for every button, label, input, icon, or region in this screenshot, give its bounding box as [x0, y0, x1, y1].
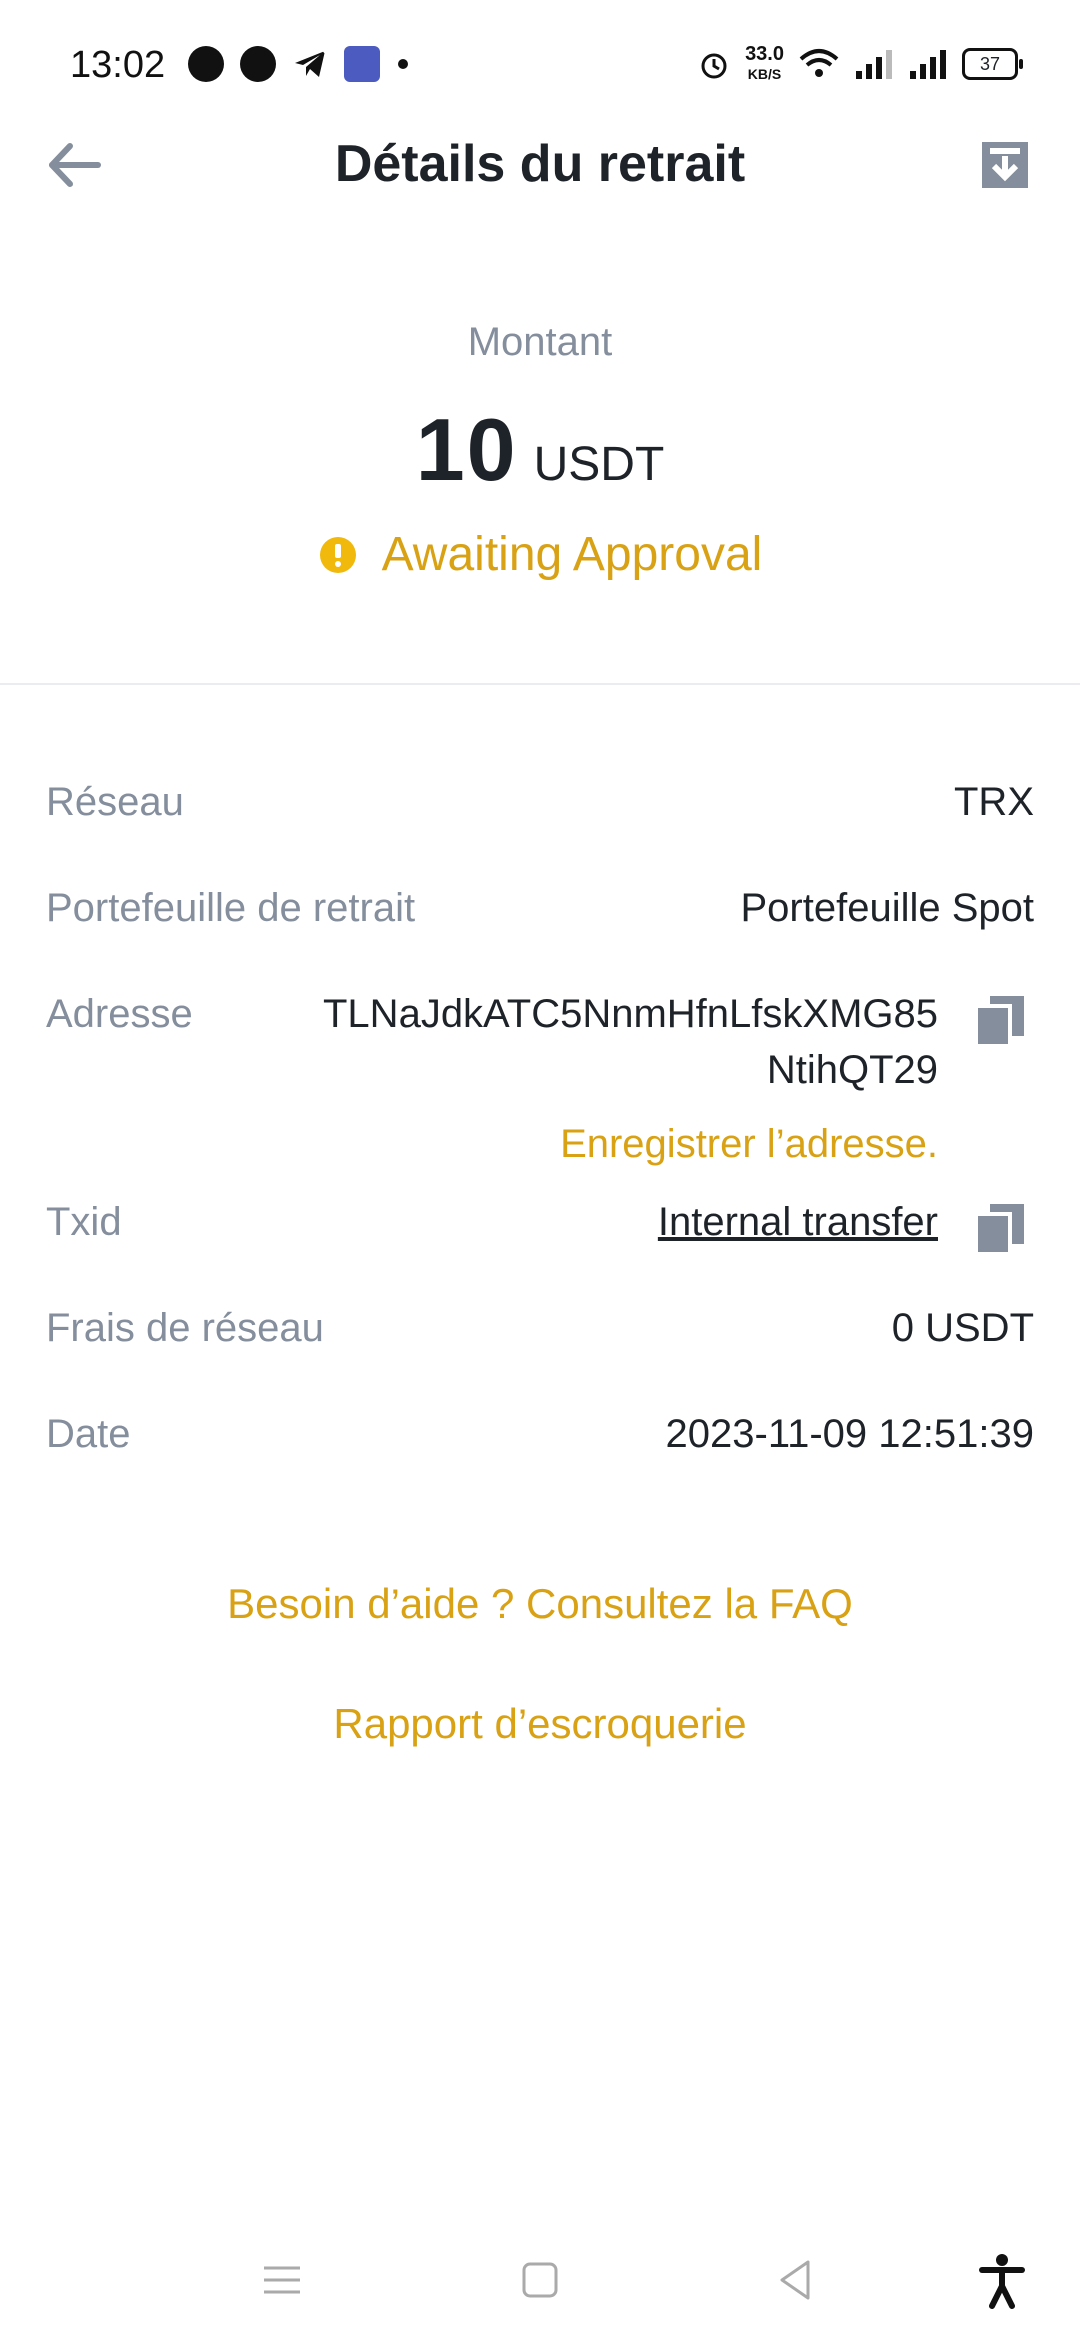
status-text: Awaiting Approval: [381, 528, 763, 581]
scam-report-link[interactable]: Rapport d’escroquerie: [0, 1700, 1080, 1748]
home-icon[interactable]: [510, 2250, 570, 2310]
notification-icons: [188, 46, 408, 82]
status-time: 13:02: [70, 44, 166, 86]
detail-row-fee: Frais de réseau 0 USDT: [46, 1296, 1034, 1402]
detail-row-date: Date 2023-11-09 12:51:39: [46, 1402, 1034, 1508]
network-value: TRX: [954, 780, 1034, 824]
accessibility-icon[interactable]: [972, 2250, 1032, 2310]
signal-icon: [856, 50, 892, 79]
status-indicators: 33.0 KB/S 37: [697, 43, 1023, 84]
amount-row: 10 USDT: [0, 399, 1080, 501]
messenger-icon: [240, 46, 276, 82]
amount-currency: USDT: [533, 438, 665, 491]
signal-icon-2: [910, 50, 946, 79]
fee-label: Frais de réseau: [46, 1306, 324, 1350]
faq-link[interactable]: Besoin d’aide ? Consultez la FAQ: [0, 1580, 1080, 1628]
network-speed: 33.0 KB/S: [745, 43, 784, 82]
detail-row-address: Adresse TLNaJdkATC5NnmHfnLfskXMG85NtihQT…: [46, 982, 1034, 1190]
detail-row-txid: Txid Internal transfer: [46, 1190, 1034, 1296]
whatsapp-icon: [188, 46, 224, 82]
divider: [0, 683, 1080, 685]
amount-value: 10: [415, 400, 518, 499]
save-address-link[interactable]: Enregistrer l’adresse.: [560, 1122, 938, 1167]
app-notification-icon: [344, 46, 380, 82]
txid-value[interactable]: Internal transfer: [658, 1200, 938, 1245]
back-nav-icon[interactable]: [766, 2250, 826, 2310]
network-label: Réseau: [46, 780, 184, 824]
page-title: Détails du retrait: [334, 135, 746, 193]
battery-indicator: 37: [962, 48, 1023, 80]
date-label: Date: [46, 1412, 131, 1456]
wallet-value: Portefeuille Spot: [740, 886, 1034, 930]
address-label: Adresse: [46, 992, 193, 1036]
amount-summary: Montant 10 USDT Awaiting Approval: [0, 320, 1080, 582]
wifi-icon: [799, 49, 839, 77]
txid-label: Txid: [46, 1200, 122, 1244]
amount-label: Montant: [467, 320, 613, 364]
export-icon[interactable]: [970, 130, 1040, 200]
wallet-label: Portefeuille de retrait: [46, 886, 416, 930]
copy-txid-icon[interactable]: [972, 1200, 1028, 1256]
date-value: 2023-11-09 12:51:39: [665, 1412, 1034, 1456]
status-bar: 13:02 33.0 KB/S 37: [0, 0, 1080, 130]
top-bar: Détails du retrait: [0, 120, 1080, 210]
system-nav-bar: [0, 2240, 1080, 2320]
detail-row-wallet: Portefeuille de retrait Portefeuille Spo…: [46, 876, 1034, 982]
warning-icon: [319, 536, 356, 573]
more-notifications-icon: [398, 59, 408, 69]
withdrawal-details: Réseau TRX Portefeuille de retrait Porte…: [46, 770, 1034, 1508]
address-value: TLNaJdkATC5NnmHfnLfskXMG85NtihQT29: [323, 992, 938, 1092]
copy-address-icon[interactable]: [972, 992, 1028, 1048]
alarm-icon: [701, 53, 727, 79]
fee-value: 0 USDT: [891, 1306, 1034, 1350]
status-row: Awaiting Approval: [0, 527, 1080, 582]
telegram-icon: [295, 51, 325, 77]
menu-icon[interactable]: [252, 2250, 312, 2310]
detail-row-network: Réseau TRX: [46, 770, 1034, 876]
